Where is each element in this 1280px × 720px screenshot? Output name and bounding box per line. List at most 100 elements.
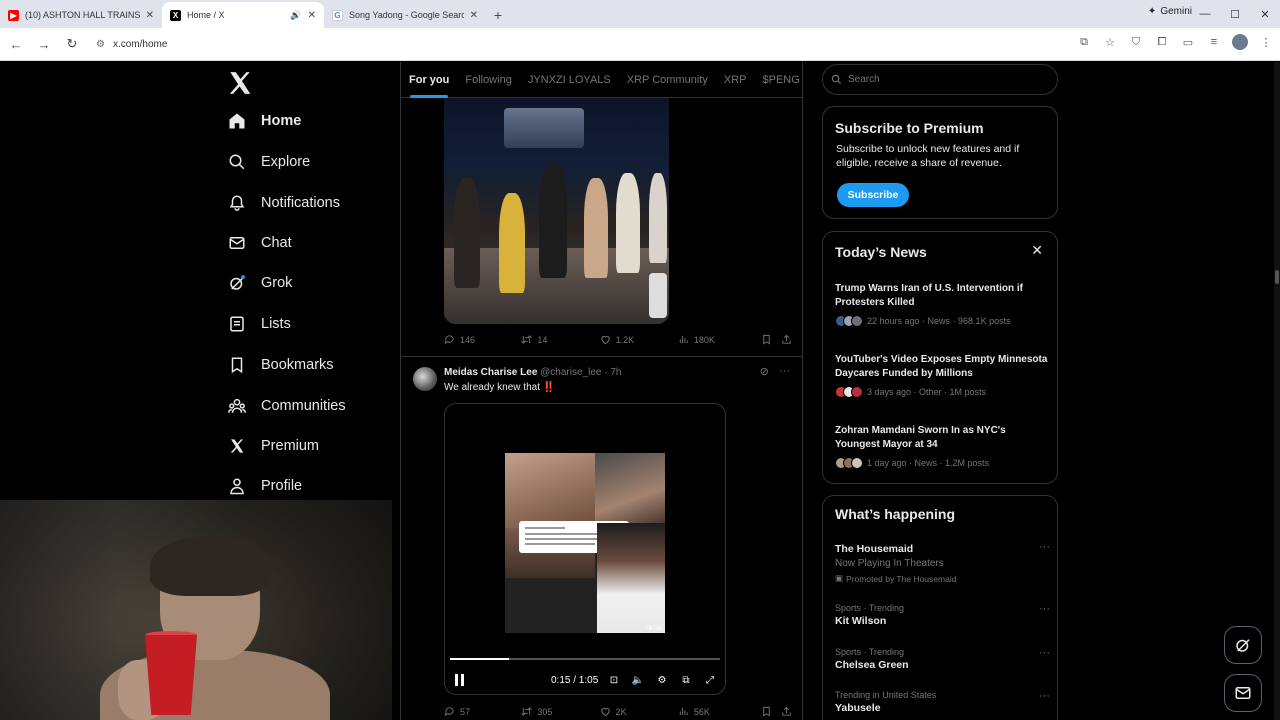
- more-icon[interactable]: ···: [1039, 603, 1050, 615]
- grok-fab-button[interactable]: [1224, 626, 1262, 664]
- scrollbar-thumb[interactable]: [1275, 270, 1279, 284]
- close-tab-icon[interactable]: ✕: [146, 10, 154, 21]
- settings-icon[interactable]: ⚙: [655, 673, 669, 687]
- trend-name: Yabusele: [835, 702, 881, 714]
- trend-item[interactable]: The Housemaid Now Playing In Theaters ▣ …: [835, 541, 1050, 584]
- menu-icon[interactable]: ⋮: [1258, 34, 1274, 50]
- tab-following[interactable]: Following: [457, 62, 519, 98]
- x-logo-icon[interactable]: [227, 70, 253, 96]
- maximize-icon[interactable]: ☐: [1220, 0, 1250, 28]
- minimize-icon[interactable]: —: [1190, 0, 1220, 28]
- shield-icon[interactable]: ⛉: [1128, 34, 1144, 50]
- bell-icon: [227, 193, 247, 213]
- tab-title: Home / X: [187, 10, 225, 20]
- tweet-media-image[interactable]: [444, 98, 669, 324]
- install-app-icon[interactable]: ⧉: [1076, 34, 1092, 50]
- tweet-text: We already knew that ‼️: [444, 382, 555, 393]
- captions-icon[interactable]: ⊡: [607, 673, 621, 687]
- trend-item[interactable]: Sports · Trending Chelsea Green ···: [835, 647, 1050, 671]
- nav-bookmarks[interactable]: Bookmarks: [227, 350, 334, 380]
- reload-icon[interactable]: ↻: [60, 32, 84, 56]
- news-headline: YouTuber's Video Exposes Empty Minnesota…: [835, 354, 1048, 379]
- reply-button[interactable]: 57: [444, 706, 521, 717]
- news-item[interactable]: YouTuber's Video Exposes Empty Minnesota…: [835, 353, 1050, 398]
- url-field[interactable]: ⚙ x.com/home: [90, 32, 1050, 56]
- subscribe-button[interactable]: Subscribe: [837, 183, 909, 207]
- close-tab-icon[interactable]: ✕: [308, 10, 316, 21]
- views-button[interactable]: 56K: [678, 706, 761, 717]
- pause-icon[interactable]: [455, 674, 465, 686]
- news-item[interactable]: Trump Warns Iran of U.S. Intervention if…: [835, 282, 1050, 327]
- bookmark-button[interactable]: [761, 334, 781, 345]
- tab-jynxzi-loyals[interactable]: JYNXZI LOYALS: [520, 62, 619, 98]
- nav-chat[interactable]: Chat: [227, 228, 292, 258]
- heart-icon: [600, 707, 610, 717]
- browser-tab-x-home[interactable]: X Home / X 🔊 ✕: [162, 2, 324, 28]
- browser-tab-google[interactable]: G Song Yadong - Google Search ✕: [324, 2, 486, 28]
- author-handle[interactable]: @charise_lee: [540, 367, 601, 378]
- nav-notifications[interactable]: Notifications: [227, 188, 340, 218]
- browser-tab-youtube[interactable]: ▶ (10) ASHTON HALL TRAINS AT ✕: [0, 2, 162, 28]
- tab-title: Song Yadong - Google Search: [349, 10, 464, 20]
- tab-xrp[interactable]: XRP: [716, 62, 755, 98]
- split-view-icon[interactable]: ▭: [1180, 34, 1196, 50]
- trend-item[interactable]: Trending in United States Yabusele ···: [835, 690, 1050, 714]
- news-item[interactable]: Zohran Mamdani Sworn In as NYC's Younges…: [835, 424, 1050, 469]
- nav-lists[interactable]: Lists: [227, 309, 291, 339]
- author-name[interactable]: Meidas Charise Lee: [444, 367, 537, 378]
- repost-button[interactable]: 14: [521, 334, 599, 345]
- speaker-icon[interactable]: 🔊: [290, 10, 301, 21]
- tab-peng[interactable]: $PENG: [754, 62, 802, 98]
- video-progress-bar[interactable]: [450, 658, 720, 660]
- avatar[interactable]: [413, 367, 437, 391]
- bookmark-button[interactable]: [761, 706, 781, 717]
- nav-label: Communities: [261, 398, 346, 414]
- more-icon[interactable]: ···: [1039, 690, 1050, 702]
- trend-name: Kit Wilson: [835, 615, 887, 627]
- share-button[interactable]: [781, 706, 792, 717]
- avatar-stack: [835, 315, 863, 327]
- close-icon[interactable]: ✕: [1031, 242, 1043, 259]
- share-button[interactable]: [781, 334, 792, 345]
- close-window-icon[interactable]: ✕: [1250, 0, 1280, 28]
- grok-icon[interactable]: ⊘: [760, 365, 769, 378]
- forward-icon[interactable]: →: [32, 32, 56, 56]
- reply-button[interactable]: 146: [444, 334, 521, 345]
- repost-button[interactable]: 305: [521, 706, 599, 717]
- happening-title: What’s happening: [835, 506, 956, 522]
- nav-communities[interactable]: Communities: [227, 391, 346, 421]
- like-button[interactable]: 1.2K: [600, 334, 678, 345]
- more-icon[interactable]: ···: [1039, 541, 1050, 553]
- trend-item[interactable]: Sports · Trending Kit Wilson ···: [835, 603, 1050, 627]
- gemini-button[interactable]: ✦ Gemini: [1148, 6, 1192, 17]
- volume-icon[interactable]: 🔈: [631, 673, 645, 687]
- video-player[interactable]: TikTok 0:15 / 1:05 ⊡ 🔈 ⚙ ⧉ ⤢: [444, 403, 726, 695]
- profile-avatar[interactable]: [1232, 34, 1248, 50]
- extensions-icon[interactable]: ⧠: [1154, 34, 1170, 50]
- tab-xrp-community[interactable]: XRP Community: [619, 62, 716, 98]
- tab-for-you[interactable]: For you: [401, 62, 457, 98]
- nav-grok[interactable]: Grok: [227, 268, 292, 298]
- like-button[interactable]: 2K: [600, 706, 678, 717]
- site-info-icon[interactable]: ⚙: [96, 39, 105, 50]
- views-button[interactable]: 180K: [678, 334, 761, 345]
- news-meta-text: 22 hours ago · News · 968.1K posts: [867, 316, 1011, 326]
- search-input[interactable]: Search: [822, 64, 1058, 95]
- nav-profile[interactable]: Profile: [227, 471, 302, 501]
- page-scrollbar[interactable]: [1274, 62, 1280, 720]
- nav-explore[interactable]: Explore: [227, 147, 310, 177]
- star-icon[interactable]: ☆: [1102, 34, 1118, 50]
- close-tab-icon[interactable]: ✕: [470, 10, 478, 21]
- nav-premium[interactable]: Premium: [227, 431, 319, 461]
- media-control-icon[interactable]: ≡: [1206, 34, 1222, 50]
- picture-in-picture-icon[interactable]: ⧉: [679, 673, 693, 687]
- more-icon[interactable]: ···: [1039, 647, 1050, 659]
- back-icon[interactable]: ←: [4, 32, 28, 56]
- new-tab-button[interactable]: +: [486, 2, 510, 28]
- search-icon: [227, 152, 247, 172]
- tweet-time[interactable]: · 7h: [604, 367, 621, 378]
- messages-fab-button[interactable]: [1224, 674, 1262, 712]
- nav-home[interactable]: Home: [227, 106, 301, 136]
- fullscreen-icon[interactable]: ⤢: [703, 673, 717, 687]
- more-icon[interactable]: ···: [779, 365, 790, 378]
